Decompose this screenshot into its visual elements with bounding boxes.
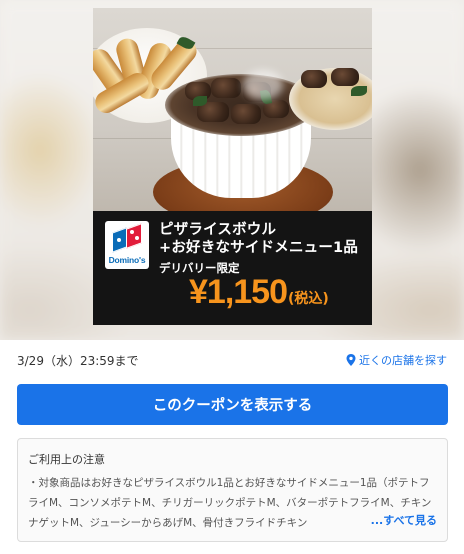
beef-piece [331, 68, 359, 86]
promo-headline-2: +お好きなサイドメニュー1品 [159, 240, 359, 256]
domino-tile-icon [112, 223, 142, 253]
dominos-logo: Domino's [105, 221, 149, 269]
beef-piece [231, 104, 261, 124]
usage-notes-panel: ご利用上の注意 ・対象商品はお好きなピザライスボウル1品とお好きなサイドメニュー… [17, 438, 448, 542]
coupon-hero: Domino's ピザライスボウル +お好きなサイドメニュー1品 デリバリー限定… [0, 0, 464, 340]
promo-price: ¥1,150(税込) [189, 273, 329, 312]
beef-piece [211, 78, 241, 98]
spinach-leaf [351, 86, 367, 96]
usage-notes-title: ご利用上の注意 [28, 453, 105, 466]
steam [243, 70, 283, 100]
show-all-link[interactable]: ...すべて見る [371, 512, 437, 528]
brand-wordmark: Domino's [108, 255, 146, 265]
beef-piece [301, 70, 327, 88]
show-coupon-button[interactable]: このクーポンを表示する [17, 384, 448, 425]
coupon-banner-image: Domino's ピザライスボウル +お好きなサイドメニュー1品 デリバリー限定… [93, 8, 372, 325]
coupon-deadline: 3/29（水）23:59まで [17, 354, 139, 368]
find-nearby-store-link[interactable]: 近くの店舗を探す [346, 352, 447, 368]
promo-panel: Domino's ピザライスボウル +お好きなサイドメニュー1品 デリバリー限定… [93, 211, 372, 325]
location-pin-icon [346, 354, 356, 366]
food-photo [93, 8, 372, 211]
more-link-container: ...すべて見る [347, 510, 437, 530]
store-link-label: 近くの店舗を探す [359, 354, 447, 367]
coupon-info-row: 3/29（水）23:59まで 近くの店舗を探す [0, 340, 464, 380]
tax-note: (税込) [288, 291, 329, 307]
spinach-leaf [193, 96, 207, 106]
price-amount: ¥1,150 [189, 273, 288, 311]
